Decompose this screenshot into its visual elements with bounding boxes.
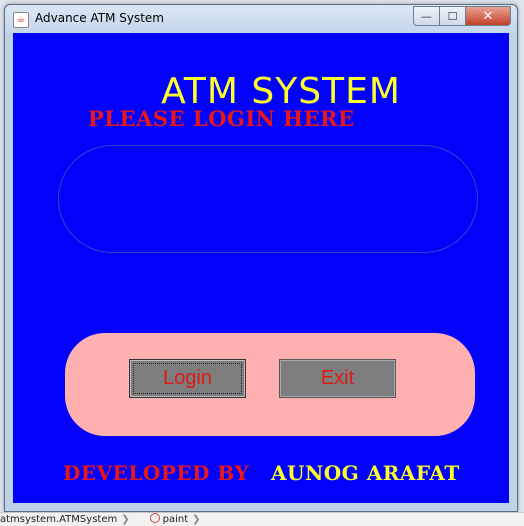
window-title: Advance ATM System <box>35 11 164 25</box>
window-controls: — ☐ ✕ <box>413 6 511 26</box>
login-prompt-label: PLEASE LOGIN HERE <box>88 106 355 131</box>
status-item-class[interactable]: atmsystem.ATMSystem <box>0 513 117 526</box>
developed-by-label: DEVELOPED BY <box>63 461 250 485</box>
title-bar[interactable]: ☕ Advance ATM System — ☐ ✕ <box>5 5 517 33</box>
circle-icon <box>149 513 160 523</box>
chevron-right-icon: ❯ <box>121 514 130 525</box>
exit-button[interactable]: Exit <box>279 359 396 398</box>
minimize-button[interactable]: — <box>413 6 440 26</box>
developer-name: AUNOG ARAFAT <box>271 461 460 485</box>
ide-status-bar: atmsystem.ATMSystem ❯ paint ❯ <box>0 512 524 526</box>
java-cup-icon: ☕ <box>13 12 29 28</box>
close-button[interactable]: ✕ <box>466 6 511 26</box>
maximize-button[interactable]: ☐ <box>440 6 466 26</box>
chevron-right-icon: ❯ <box>192 514 201 525</box>
login-prompt-panel <box>58 145 478 253</box>
button-panel: Login Exit <box>65 333 475 436</box>
status-item-method[interactable]: paint <box>163 513 189 526</box>
login-button[interactable]: Login <box>129 359 246 398</box>
main-panel: ATM SYSTEM PLEASE LOGIN HERE Login Exit … <box>13 33 509 503</box>
app-window: ☕ Advance ATM System — ☐ ✕ ATM SYSTEM PL… <box>4 4 518 512</box>
